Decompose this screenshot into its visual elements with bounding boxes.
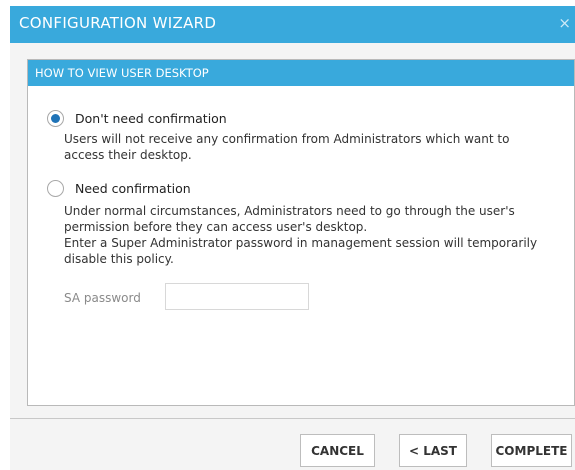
options-panel: HOW TO VIEW USER DESKTOP Don't need conf…	[27, 59, 575, 406]
radio-dont-need-confirmation[interactable]	[47, 110, 64, 127]
description-line: Users will not receive any confirmation …	[64, 132, 510, 146]
sa-password-input[interactable]	[165, 283, 309, 310]
footer-divider	[10, 418, 575, 419]
option-description: Under normal circumstances, Administrato…	[64, 203, 537, 267]
description-line: permission before they can access user's…	[64, 220, 368, 234]
option-description: Users will not receive any confirmation …	[64, 131, 509, 163]
last-button[interactable]: < LAST	[399, 434, 467, 467]
cancel-button[interactable]: CANCEL	[300, 434, 375, 467]
panel-header: HOW TO VIEW USER DESKTOP	[28, 60, 574, 86]
option-label: Don't need confirmation	[75, 111, 227, 126]
configuration-wizard-window: CONFIGURATION WIZARD × HOW TO VIEW USER …	[10, 6, 575, 470]
radio-need-confirmation[interactable]	[47, 180, 64, 197]
option-label: Need confirmation	[75, 181, 191, 196]
description-line: Enter a Super Administrator password in …	[64, 236, 538, 250]
panel-title: HOW TO VIEW USER DESKTOP	[35, 66, 209, 80]
description-line: access their desktop.	[64, 148, 192, 162]
title-bar[interactable]: CONFIGURATION WIZARD ×	[10, 6, 575, 43]
description-line: disable this policy.	[64, 252, 174, 266]
description-line: Under normal circumstances, Administrato…	[64, 204, 515, 218]
window-title: CONFIGURATION WIZARD	[19, 14, 217, 32]
radio-selected-dot	[51, 114, 60, 123]
close-icon[interactable]: ×	[558, 14, 571, 32]
sa-password-label: SA password	[64, 291, 141, 305]
complete-button[interactable]: COMPLETE	[491, 434, 572, 467]
